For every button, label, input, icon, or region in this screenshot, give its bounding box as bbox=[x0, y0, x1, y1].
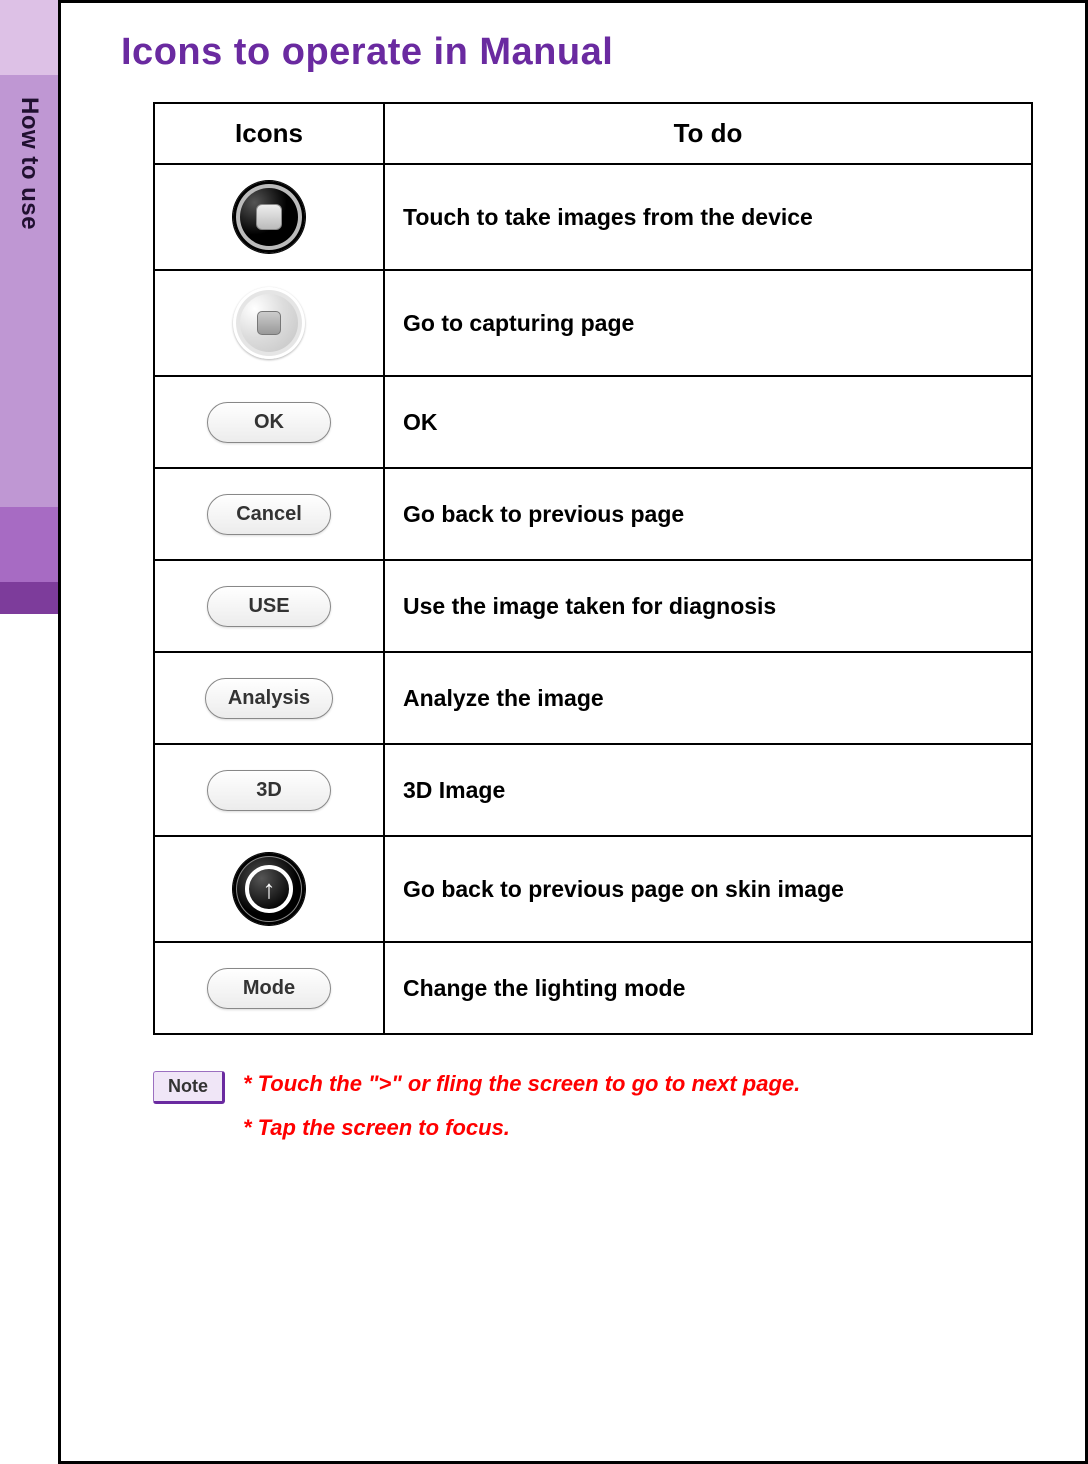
back-arrow-icon: ↑ bbox=[233, 853, 305, 925]
mode-button[interactable]: Mode bbox=[207, 968, 331, 1009]
desc-cell: Go back to previous page bbox=[384, 468, 1032, 560]
page-title: Icons to operate in Manual bbox=[121, 31, 1037, 74]
desc-cell: Go to capturing page bbox=[384, 270, 1032, 376]
icons-table: Icons To do Touch to take images from th… bbox=[153, 102, 1033, 1035]
note-text: * Touch the ">" or fling the screen to g… bbox=[243, 1071, 800, 1159]
note-line-2: * Tap the screen to focus. bbox=[243, 1115, 800, 1141]
desc-cell: Change the lighting mode bbox=[384, 942, 1032, 1034]
stop-square-icon bbox=[256, 204, 282, 230]
desc-cell: Use the image taken for diagnosis bbox=[384, 560, 1032, 652]
use-button[interactable]: USE bbox=[207, 586, 331, 627]
side-tab-accent-1 bbox=[0, 507, 58, 582]
desc-cell: Go back to previous page on skin image bbox=[384, 836, 1032, 942]
capture-page-icon bbox=[233, 287, 305, 359]
side-tab-accent-2 bbox=[0, 582, 58, 614]
desc-cell: Analyze the image bbox=[384, 652, 1032, 744]
side-tab-rail: How to use bbox=[0, 0, 58, 614]
analysis-button[interactable]: Analysis bbox=[205, 678, 333, 719]
side-tab-blank-top bbox=[0, 0, 58, 75]
header-icons: Icons bbox=[154, 103, 384, 164]
desc-cell: Touch to take images from the device bbox=[384, 164, 1032, 270]
note-line-1: * Touch the ">" or fling the screen to g… bbox=[243, 1071, 800, 1097]
page-frame: Icons to operate in Manual Icons To do T… bbox=[58, 0, 1088, 1464]
desc-cell: OK bbox=[384, 376, 1032, 468]
capture-icon bbox=[233, 181, 305, 253]
desc-cell: 3D Image bbox=[384, 744, 1032, 836]
table-row: USE Use the image taken for diagnosis bbox=[154, 560, 1032, 652]
table-row: Go to capturing page bbox=[154, 270, 1032, 376]
table-row: Mode Change the lighting mode bbox=[154, 942, 1032, 1034]
table-row: Analysis Analyze the image bbox=[154, 652, 1032, 744]
square-icon bbox=[257, 311, 281, 335]
cancel-button[interactable]: Cancel bbox=[207, 494, 331, 535]
table-row: ↑ Go back to previous page on skin image bbox=[154, 836, 1032, 942]
side-tab-how-to-use: How to use bbox=[0, 75, 58, 507]
note-badge: Note bbox=[153, 1071, 225, 1104]
table-row: OK OK bbox=[154, 376, 1032, 468]
ok-button[interactable]: OK bbox=[207, 402, 331, 443]
side-tab-label: How to use bbox=[15, 97, 43, 230]
table-row: Cancel Go back to previous page bbox=[154, 468, 1032, 560]
3d-button[interactable]: 3D bbox=[207, 770, 331, 811]
arrow-up-icon: ↑ bbox=[263, 876, 276, 902]
table-row: 3D 3D Image bbox=[154, 744, 1032, 836]
table-row: Touch to take images from the device bbox=[154, 164, 1032, 270]
header-todo: To do bbox=[384, 103, 1032, 164]
